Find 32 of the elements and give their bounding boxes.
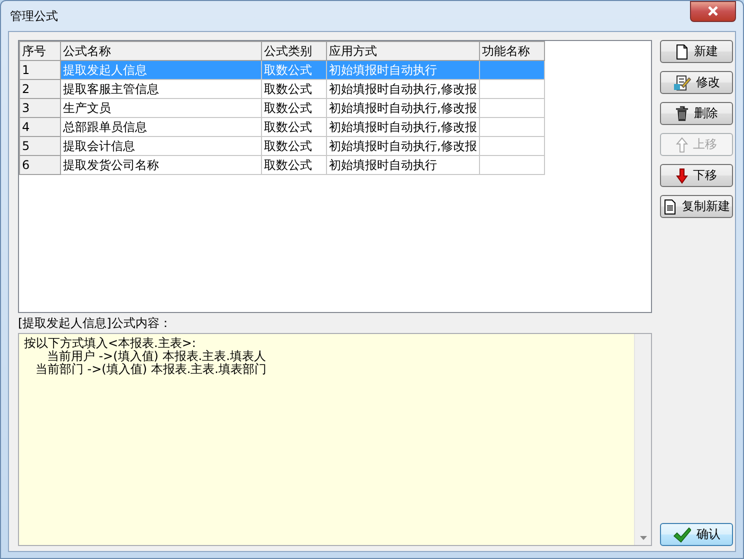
formula-line: 当前用户 ->(填入值) 本报表.主表.填表人 — [46, 350, 267, 363]
column-header[interactable]: 公式名称 — [60, 42, 262, 60]
new-button[interactable]: 新建 — [660, 40, 733, 63]
table-row[interactable]: 4 总部跟单员信息 取数公式 初始填报时自动执行,修改报 — [20, 118, 544, 136]
down-button[interactable]: 下移 — [660, 164, 733, 187]
formula-content-label: [提取发起人信息]公式内容： — [18, 314, 172, 332]
table-row[interactable]: 1 提取发起人信息 取数公式 初始填报时自动执行 — [20, 60, 544, 80]
close-icon — [707, 6, 719, 16]
edit-button[interactable]: 修改 — [660, 71, 733, 94]
close-button[interactable] — [690, 0, 736, 22]
table-row[interactable]: 6 提取发货公司名称 取数公式 初始填报时自动执行 — [20, 156, 544, 174]
table-row[interactable]: 3 生产文员 取数公式 初始填报时自动执行,修改报 — [20, 98, 544, 118]
column-header[interactable]: 应用方式 — [326, 42, 480, 60]
formula-line: 当前部门 ->(填入值) 本报表.主表.填表部门 — [34, 363, 268, 376]
document-icon — [663, 198, 677, 214]
up-arrow-icon — [676, 136, 688, 152]
down-arrow-icon — [676, 168, 688, 184]
column-header[interactable]: 功能名称 — [479, 42, 544, 60]
document-pencil-icon — [673, 74, 691, 92]
confirm-button[interactable]: 确认 — [660, 523, 733, 546]
table-row[interactable]: 5 提取会计信息 取数公式 初始填报时自动执行,修改报 — [20, 136, 544, 156]
formula-line: 按以下方式填入<本报表.主表>: — [24, 337, 197, 350]
column-header[interactable]: 序号 — [20, 42, 60, 60]
copy-button[interactable]: 复制新建 — [660, 195, 733, 218]
column-header[interactable]: 公式类别 — [262, 42, 326, 60]
new-document-icon — [675, 44, 689, 60]
table-row[interactable]: 2 提取客服主管信息 取数公式 初始填报时自动执行,修改报 — [20, 80, 544, 98]
trash-icon — [675, 106, 689, 122]
formula-content-box[interactable]: 按以下方式填入<本报表.主表>: 当前用户 ->(填入值) 本报表.主表.填表人 当前部门 ->(填入值) 本报表.主表.填表部门 — [18, 333, 652, 546]
window-title: 管理公式 — [9, 8, 58, 24]
delete-button[interactable]: 删除 — [660, 102, 733, 125]
check-icon — [672, 526, 690, 542]
